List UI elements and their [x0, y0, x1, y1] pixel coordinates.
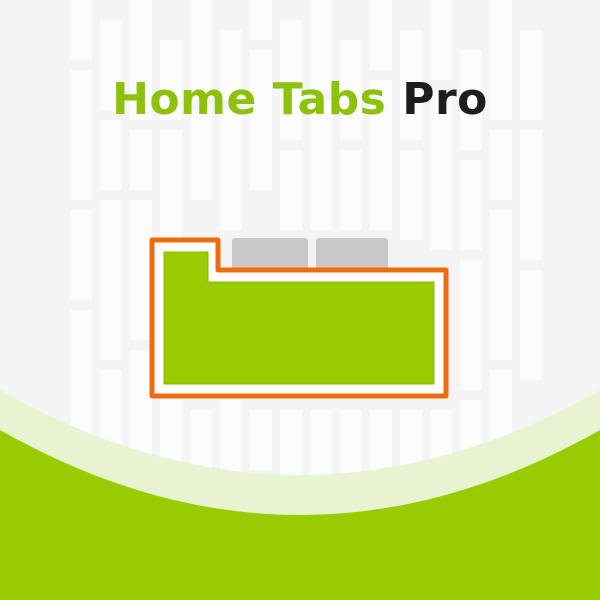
product-banner: Home Tabs Pro — [0, 0, 600, 600]
bottom-wave — [0, 390, 600, 600]
